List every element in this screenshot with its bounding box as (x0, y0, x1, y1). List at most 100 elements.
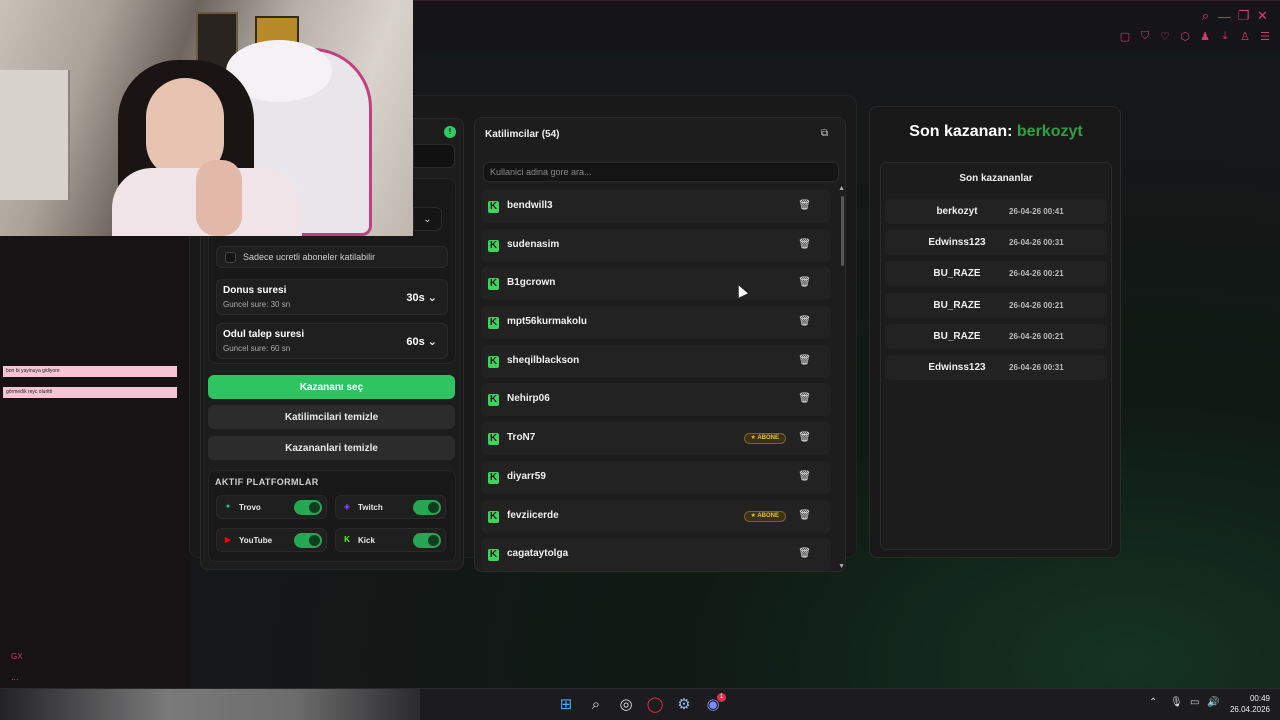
pocket-icon[interactable]: ⛉ (1136, 30, 1154, 43)
duration-select[interactable]: 30s ⌄ (406, 291, 437, 304)
winners-panel: Son kazanan: berkozyt Son kazananlar ber… (869, 106, 1121, 558)
trash-icon[interactable]: 🗑 (798, 277, 811, 288)
heart-icon[interactable]: ♡ (1156, 30, 1174, 43)
restore-icon[interactable]: ❐ (1234, 8, 1253, 24)
account-icon[interactable]: ♙ (1236, 30, 1254, 43)
clear-winners-button[interactable]: Kazananlari temizle (208, 436, 455, 460)
opera-gx-icon[interactable]: ◯ (645, 695, 665, 715)
winner-name: BU_RAZE (933, 331, 981, 342)
chevron-down-icon[interactable]: ⌄ (413, 207, 442, 231)
kick-icon: K (488, 278, 499, 291)
winner-date: 26-04-26 00:21 (1009, 301, 1064, 310)
platform-youtube: ▶ YouTube (216, 528, 327, 552)
trovo-icon: ✦ (224, 502, 232, 511)
participant-name: B1gcrown (507, 277, 556, 289)
window-controls: ⌕ — ❐ ✕ (1196, 3, 1272, 29)
subscriber-badge: ★ ABONE (743, 433, 786, 445)
twitch-icon: ◈ (343, 502, 351, 511)
participant-list: Kbendwill3 🗑 Ksudenasim 🗑 K B1gcrown 🗑 Kmpt5… (481, 190, 831, 571)
clear-participants-button[interactable]: Katilimcilari temizle (208, 405, 455, 429)
search-icon[interactable]: ⌕ (586, 695, 606, 715)
taskbar-clock[interactable]: 00:49 26.04.2026 (1230, 693, 1270, 715)
participant-name: sheqilblackson (507, 354, 580, 366)
participant-search-input[interactable]: Kullanici adina gore ara... (483, 162, 839, 182)
scroll-up-icon[interactable]: ▲ (838, 185, 845, 192)
profile-icon[interactable]: ♟ (1196, 30, 1214, 43)
list-item: K TroN7 ★ ABONE 🗑 (481, 422, 831, 456)
winner-name: BU_RAZE (933, 268, 981, 279)
webcam-shelf (0, 70, 70, 200)
winner-name: Edwinss123 (928, 237, 986, 248)
scroll-down-icon[interactable]: ▼ (838, 563, 845, 570)
subscriber-badge: ★ ABONE (743, 510, 786, 522)
tray-chevron-icon[interactable]: ⌃ (1149, 697, 1157, 708)
turn-duration-setting: Donus suresi Guncel sure: 30 sn 30s ⌄ (216, 279, 448, 315)
trash-icon[interactable]: 🗑 (798, 510, 811, 521)
trash-icon[interactable]: 🗑 (798, 471, 811, 482)
list-item: Kmpt56kurmakolu 🗑 (481, 306, 831, 340)
download-icon[interactable]: ⤓ (1216, 30, 1234, 43)
trash-icon[interactable]: 🗑 (798, 239, 811, 250)
network-icon[interactable]: ▭ (1190, 697, 1199, 708)
last-winner-name: berkozyt (1016, 123, 1083, 140)
participant-name: Nehirp06 (507, 393, 550, 405)
recent-winners-box: Son kazananlar berkozyt 26-04-26 00:41 Ed… (880, 162, 1112, 550)
trash-icon[interactable]: 🗑 (798, 355, 811, 366)
trash-icon[interactable]: 🗑 (798, 393, 811, 404)
list-item: Kdiyarr59 🗑 (481, 460, 831, 494)
scrollbar-thumb[interactable] (841, 196, 844, 266)
winner-row: BU_RAZE 26-04-26 00:21 (885, 293, 1107, 318)
winner-row: Edwinss123 26-04-26 00:31 (885, 355, 1107, 380)
keyword-input[interactable] (413, 144, 455, 168)
duration-value: 30s (406, 292, 425, 304)
search-icon[interactable]: ⌕ (1196, 8, 1215, 24)
winner-name: Edwinss123 (928, 362, 986, 373)
platform-label: Twitch (358, 502, 383, 512)
pick-winner-button[interactable]: Kazananı seç (208, 375, 455, 399)
setting-subtitle: Guncel sure: 60 sn (223, 344, 291, 353)
list-item: Kfevziicerde ★ ABONE 🗑 (481, 499, 831, 533)
winner-row: berkozyt 26-04-26 00:41 (885, 199, 1107, 224)
kick-icon: K (488, 510, 499, 523)
close-icon[interactable]: ✕ (1253, 8, 1272, 24)
more-dots-icon[interactable]: ... (11, 672, 19, 682)
trash-icon[interactable]: 🗑 (798, 432, 811, 443)
platforms-heading: AKTIF PLATFORMLAR (215, 477, 319, 487)
kick-icon: K (488, 549, 499, 562)
menu-icon[interactable]: ☰ (1256, 30, 1274, 43)
participant-name: mpt56kurmakolu (507, 316, 588, 328)
platform-label: Kick (358, 535, 375, 545)
duration-select[interactable]: 60s ⌄ (406, 335, 437, 348)
list-item: Kcagataytolga 🗑 (481, 538, 831, 571)
trash-icon[interactable]: 🗑 (798, 200, 811, 211)
microphone-icon[interactable]: 🎙 (1170, 697, 1183, 708)
copy-icon[interactable]: ⧉ (821, 128, 833, 140)
duration-value: 60s (406, 336, 425, 348)
kick-icon: K (488, 394, 499, 407)
trash-icon[interactable]: 🗑 (798, 548, 811, 559)
platform-trovo: ✦ Trovo (216, 495, 327, 519)
kick-toggle[interactable] (413, 533, 441, 548)
steam-icon[interactable]: ⚙ (674, 695, 694, 715)
extensions-icon[interactable]: ⬡ (1176, 30, 1194, 43)
clock-time: 00:49 (1249, 694, 1270, 703)
windows-start-icon[interactable]: ⊞ (556, 695, 576, 715)
checkbox-box[interactable] (225, 251, 236, 263)
twitch-toggle[interactable] (413, 500, 441, 515)
snapshot-icon[interactable]: ▢ (1116, 30, 1134, 43)
chrome-icon[interactable]: ◎ (616, 695, 636, 715)
discord-notification-badge: 1 (717, 693, 726, 702)
minimize-icon[interactable]: — (1215, 9, 1234, 24)
volume-icon[interactable]: 🔊 (1207, 697, 1219, 708)
wallpaper-strip (0, 689, 420, 720)
kick-icon: K (488, 355, 499, 368)
winner-row: Edwinss123 26-04-26 00:31 (885, 230, 1107, 255)
subscribers-only-checkbox[interactable]: Sadece ucretli aboneler katilabilir (216, 246, 448, 268)
kick-icon: K (488, 317, 499, 330)
youtube-toggle[interactable] (294, 533, 322, 548)
overlay-chat-line: bon bi yayinuya gidiyore (3, 366, 177, 377)
trovo-toggle[interactable] (294, 500, 322, 515)
trash-icon[interactable]: 🗑 (798, 316, 811, 327)
chevron-down-icon: ⌄ (427, 292, 437, 304)
gx-label[interactable]: GX (11, 652, 23, 661)
